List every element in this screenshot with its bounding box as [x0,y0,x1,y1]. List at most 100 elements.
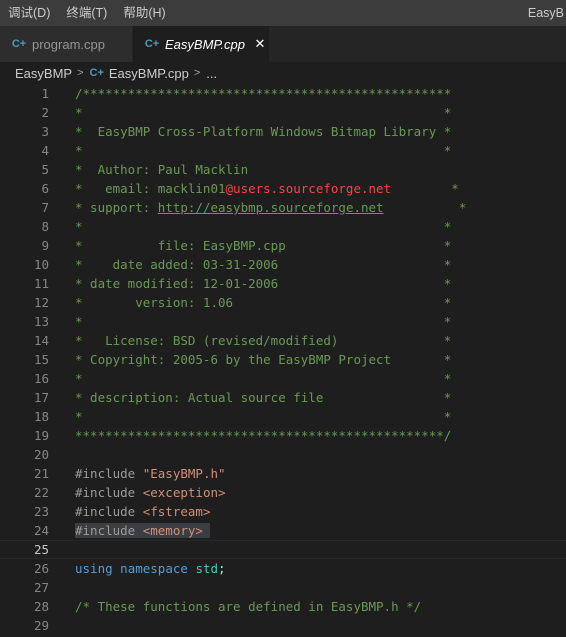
cpp-file-icon: C+ [89,67,104,79]
code-line[interactable]: 12 * version: 1.06 * [0,293,566,312]
code-line[interactable]: 10 * date added: 03-31-2006 * [0,255,566,274]
code-line[interactable]: 27 [0,578,566,597]
code-line[interactable]: 3 * EasyBMP Cross-Platform Windows Bitmap… [0,122,566,141]
line-number: 22 [33,485,49,500]
code-line[interactable]: 16 * * [0,369,566,388]
code-token[interactable]: http://easybmp.sourceforge.net [158,200,384,215]
code-line[interactable]: 5 * Author: Paul Macklin [0,160,566,179]
code-text: * Author: Paul Macklin [75,160,248,179]
menu-bar: 调试(D) 终端(T) 帮助(H) EasyB [0,0,566,26]
code-token: * date added: 03-31-2006 * [75,257,452,272]
code-text: * License: BSD (revised/modified) * [75,331,451,350]
breadcrumb-file[interactable]: EasyBMP.cpp [109,66,189,81]
code-token: * Author: Paul Macklin [75,162,249,177]
code-text: #include <exception> [75,483,226,502]
code-line[interactable]: 1 /**************************************… [0,84,566,103]
code-line[interactable]: 26 using namespace std; [0,559,566,578]
breadcrumb-folder[interactable]: EasyBMP [15,66,72,81]
code-token: "EasyBMP.h" [142,466,226,481]
line-number: 12 [33,295,49,310]
menu-terminal[interactable]: 终端(T) [58,0,115,26]
code-token: * Copyright: 2005-6 by the EasyBMP Proje… [75,352,452,367]
line-number: 16 [33,371,49,386]
code-token: #include [75,466,143,481]
code-line[interactable]: 22 #include <exception> [0,483,566,502]
window-title: EasyB [527,6,564,20]
code-line[interactable]: 29 [0,616,566,635]
chevron-right-icon: > [193,67,201,79]
code-text: * Copyright: 2005-6 by the EasyBMP Proje… [75,350,451,369]
menu-debug[interactable]: 调试(D) [0,0,58,26]
code-line[interactable]: 2 * * [0,103,566,122]
tab-easybmp-cpp[interactable]: C+ EasyBMP.cpp ✕ [133,26,269,62]
code-token: * EasyBMP Cross-Platform Windows Bitmap … [75,124,452,139]
code-token: * description: Actual source file * [75,390,452,405]
code-line[interactable]: 24 #include <memory> [0,521,566,540]
tab-label: program.cpp [32,36,105,52]
code-token: * * [75,219,452,234]
tab-program-cpp[interactable]: C+ program.cpp [0,26,133,62]
code-text: #include <fstream> [75,502,210,521]
line-number: 1 [41,86,49,101]
code-text: * support: http://easybmp.sourceforge.ne… [75,198,466,217]
code-token: ; [218,561,226,576]
code-editor[interactable]: 1 /**************************************… [0,84,566,637]
code-text: * EasyBMP Cross-Platform Windows Bitmap … [75,122,451,141]
code-text: /* These functions are defined in EasyBM… [75,597,421,616]
code-token: * version: 1.06 * [75,295,452,310]
code-line[interactable]: 28 /* These functions are defined in Easy… [0,597,566,616]
line-number: 8 [41,219,49,234]
code-line[interactable]: 18 * * [0,407,566,426]
code-text: * version: 1.06 * [75,293,451,312]
code-token: <memory> [142,523,203,538]
menu-help[interactable]: 帮助(H) [115,0,173,26]
code-line[interactable]: 9 * file: EasyBMP.cpp * [0,236,566,255]
code-line[interactable]: 19 **************************************… [0,426,566,445]
code-line[interactable]: 13 * * [0,312,566,331]
code-token: #include [75,485,143,500]
code-line[interactable]: 23 #include <fstream> [0,502,566,521]
tab-label: EasyBMP.cpp [165,36,245,52]
code-token: * [391,181,459,196]
code-line[interactable]: 11 * date modified: 12-01-2006 * [0,274,566,293]
code-text: ****************************************… [75,426,451,445]
breadcrumb-more[interactable]: ... [206,66,217,81]
code-token: * * [75,105,452,120]
code-token: #include [75,523,143,538]
code-text: * date added: 03-31-2006 * [75,255,451,274]
code-token: * * [75,409,452,424]
code-line[interactable]: 15 * Copyright: 2005-6 by the EasyBMP Pro… [0,350,566,369]
code-token: namespace [120,561,188,576]
code-line[interactable]: 7 * support: http://easybmp.sourceforge.n… [0,198,566,217]
code-token: * * [75,371,452,386]
code-token: <exception> [142,485,226,500]
code-token: ****************************************… [75,428,452,443]
line-number: 21 [33,466,49,481]
code-text: /***************************************… [75,84,451,103]
code-line[interactable]: 4 * * [0,141,566,160]
tab-bar: C+ program.cpp C+ EasyBMP.cpp ✕ [0,26,566,62]
code-line[interactable]: 14 * License: BSD (revised/modified) * [0,331,566,350]
close-icon[interactable]: ✕ [253,36,267,51]
code-text: * * [75,369,451,388]
code-line[interactable]: 6 * email: macklin01@users.sourceforge.ne… [0,179,566,198]
line-number: 6 [41,181,49,196]
line-number: 5 [41,162,49,177]
code-token: * * [75,314,452,329]
code-text: #include <memory> [75,521,211,540]
code-line[interactable]: 17 * description: Actual source file * [0,388,566,407]
code-token: std [195,561,219,576]
code-text: using namespace std; [75,559,226,578]
code-token: * email: macklin01 [75,181,226,196]
code-line[interactable]: 21 #include "EasyBMP.h" [0,464,566,483]
line-number: 18 [33,409,49,424]
code-line[interactable]: 8 * * [0,217,566,236]
code-token: #include [75,504,143,519]
code-text: * date modified: 12-01-2006 * [75,274,451,293]
code-line[interactable]: 20 [0,445,566,464]
line-number: 26 [33,561,49,576]
code-token: * License: BSD (revised/modified) * [75,333,452,348]
line-number: 24 [33,523,49,538]
code-line[interactable]: 25 [0,540,566,559]
line-number: 9 [41,238,49,253]
